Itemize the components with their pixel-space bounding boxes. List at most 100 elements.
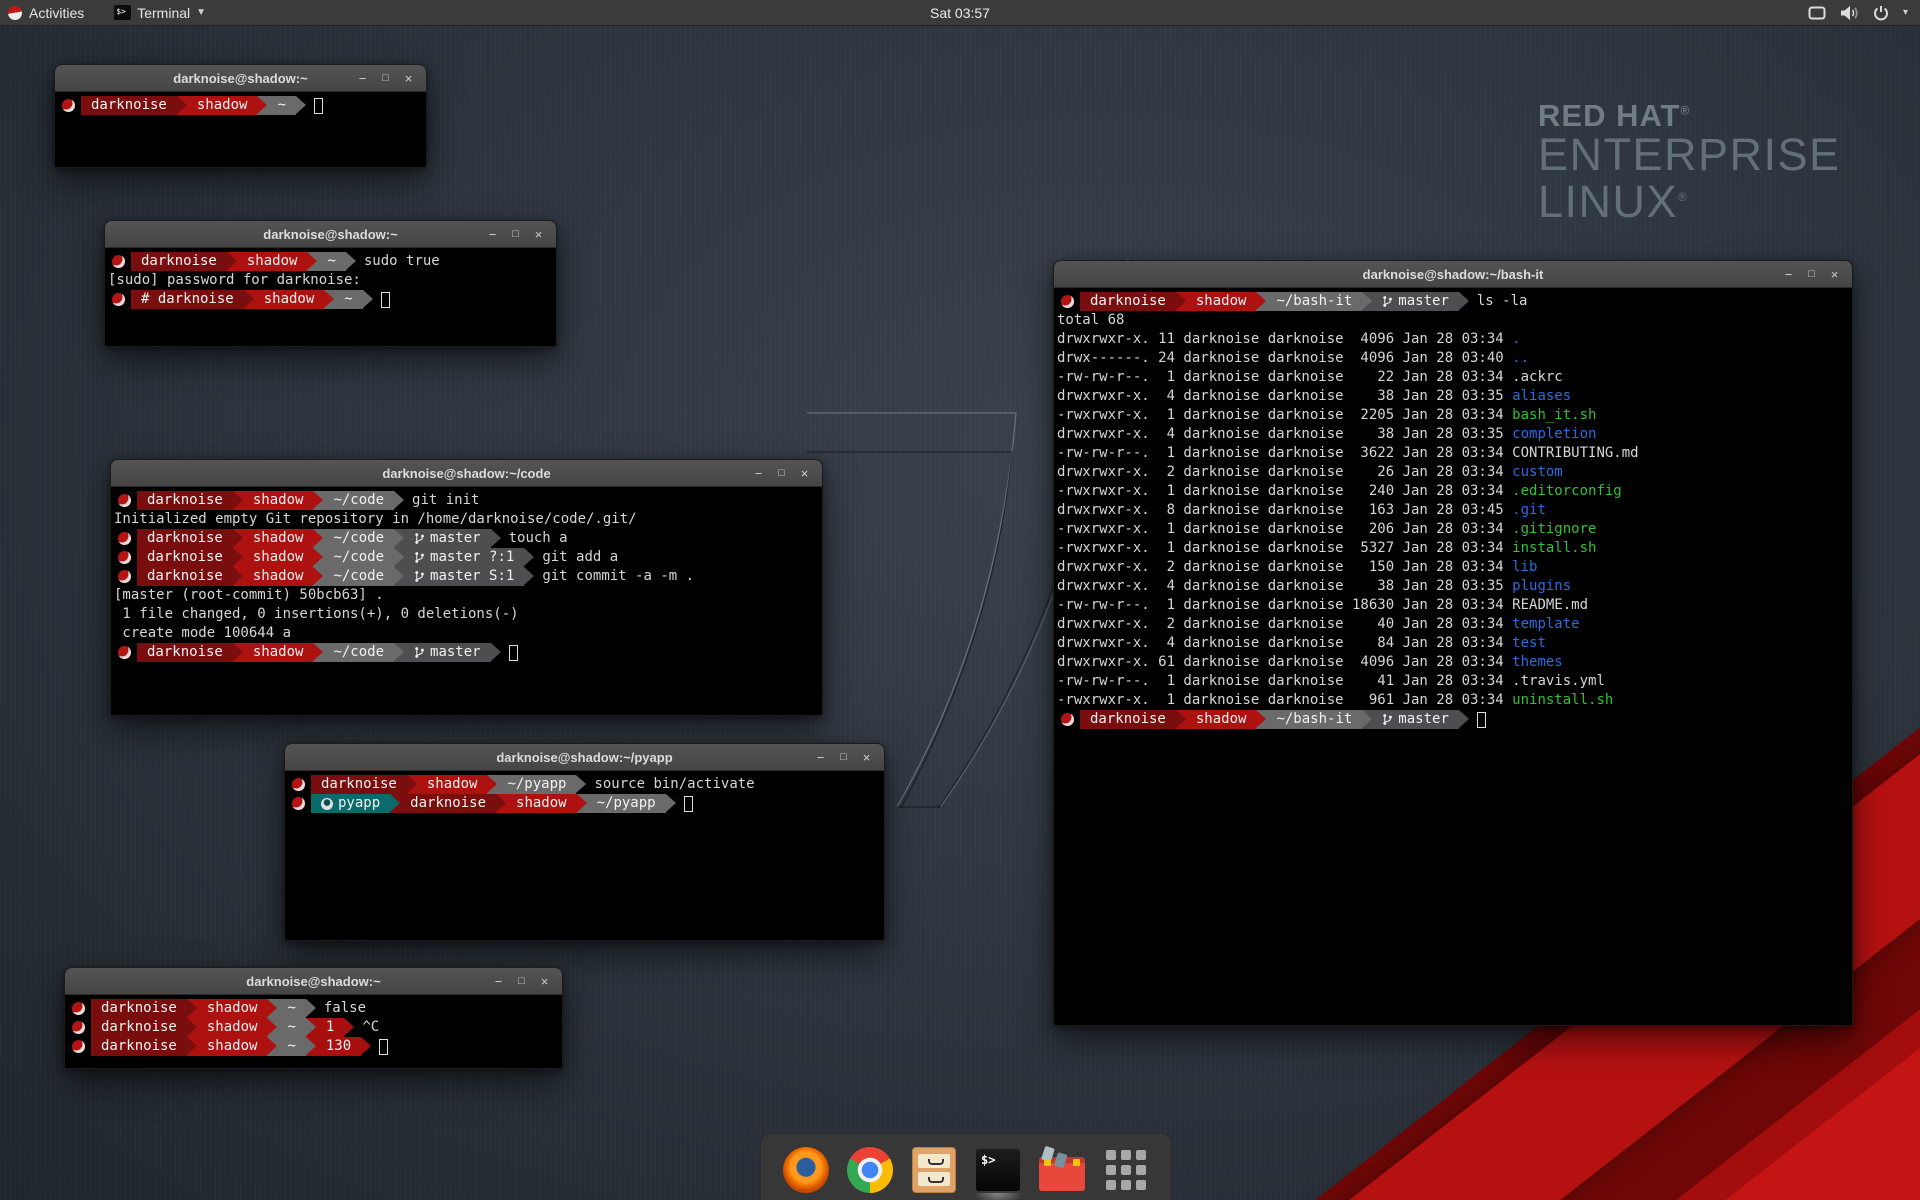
- prompt-segment-path: ~/code: [323, 529, 394, 548]
- power-icon[interactable]: [1873, 5, 1889, 21]
- terminal-line: create mode 100644 a: [114, 624, 820, 643]
- titlebar[interactable]: darknoise@shadow:~/code−□×: [111, 460, 822, 487]
- terminal-line: -rw-rw-r--. 1 darknoise darknoise 22 Jan…: [1057, 368, 1850, 387]
- toolbox-icon[interactable]: [1039, 1147, 1085, 1193]
- powerline-separator: [306, 999, 316, 1018]
- terminal-line: 1 file changed, 0 insertions(+), 0 delet…: [114, 605, 820, 624]
- terminal-content[interactable]: darknoiseshadow~: [55, 92, 426, 115]
- terminal-content[interactable]: darknoiseshadow~/codegit initInitialized…: [111, 487, 822, 662]
- maximize-button[interactable]: □: [512, 968, 531, 995]
- maximize-button[interactable]: □: [772, 460, 791, 487]
- terminal-cursor: [314, 98, 323, 114]
- ls-filename: .: [1512, 330, 1520, 349]
- close-button[interactable]: ×: [857, 744, 876, 771]
- prompt-segment-user: darknoise: [131, 252, 227, 271]
- window-controls: −□×: [483, 221, 548, 248]
- terminal-icon[interactable]: $>: [975, 1147, 1021, 1193]
- redhat-prompt-icon: [72, 1002, 85, 1015]
- minimize-button[interactable]: −: [483, 221, 502, 248]
- prompt-segment-path: ~: [317, 252, 345, 271]
- prompt-segment-path: ~: [267, 96, 295, 115]
- maximize-button[interactable]: □: [376, 65, 395, 92]
- terminal-content[interactable]: darknoiseshadow~/pyappsource bin/activat…: [285, 771, 884, 813]
- titlebar[interactable]: darknoise@shadow:~/bash-it−□×: [1054, 261, 1852, 288]
- app-grid-icon[interactable]: [1103, 1147, 1149, 1193]
- terminal-line: darknoiseshadow~: [58, 96, 424, 115]
- titlebar[interactable]: darknoise@shadow:~−□×: [105, 221, 556, 248]
- prompt-segment-host: shadow: [237, 252, 308, 271]
- command-text: ls -la: [1477, 292, 1528, 311]
- ls-meta: -rwxrwxr-x. 1 darknoise darknoise 5327 J…: [1057, 539, 1512, 558]
- display-icon[interactable]: [1808, 6, 1826, 20]
- terminal-line: darknoiseshadow~/bash-itmaster: [1057, 710, 1850, 729]
- terminal-content[interactable]: darknoiseshadow~sudo true[sudo] password…: [105, 248, 556, 309]
- minimize-button[interactable]: −: [1779, 261, 1798, 288]
- titlebar[interactable]: darknoise@shadow:~/pyapp−□×: [285, 744, 884, 771]
- minimize-button[interactable]: −: [749, 460, 768, 487]
- brand-enterprise: ENTERPRISE: [1538, 132, 1841, 179]
- redhat-prompt-icon: [118, 570, 131, 583]
- prompt-segment-exit: 130: [316, 1037, 361, 1056]
- terminal-content[interactable]: darknoiseshadow~falsedarknoiseshadow~1^C…: [65, 995, 562, 1056]
- command-text: git add a: [542, 548, 618, 567]
- ls-meta: drwxrwxr-x. 61 darknoise darknoise 4096 …: [1057, 653, 1512, 672]
- system-menu-caret-icon[interactable]: ▾: [1903, 7, 1908, 18]
- maximize-button[interactable]: □: [506, 221, 525, 248]
- terminal-line: drwxrwxr-x. 4 darknoise darknoise 38 Jan…: [1057, 425, 1850, 444]
- ls-filename: uninstall.sh: [1512, 691, 1613, 710]
- output-text: [master (root-commit) 50bcb63] .: [114, 586, 384, 605]
- close-button[interactable]: ×: [1825, 261, 1844, 288]
- close-button[interactable]: ×: [535, 968, 554, 995]
- prompt-segment-path: ~/pyapp: [497, 775, 576, 794]
- output-text: create mode 100644 a: [114, 624, 291, 643]
- prompt-segment-path: ~: [277, 1037, 305, 1056]
- prompt-segment-path: ~/code: [323, 548, 394, 567]
- clock[interactable]: Sat 03:57: [0, 5, 1920, 21]
- powerline-separator: [524, 548, 534, 567]
- powerline-separator: [344, 1018, 354, 1037]
- firefox-icon[interactable]: [783, 1147, 829, 1193]
- terminal-line: darknoiseshadow~/pyappsource bin/activat…: [288, 775, 882, 794]
- ls-filename: custom: [1512, 463, 1563, 482]
- window-title: darknoise@shadow:~: [65, 968, 562, 995]
- terminal-cursor: [684, 796, 693, 812]
- terminal-line: darknoiseshadow~/codegit init: [114, 491, 820, 510]
- close-button[interactable]: ×: [529, 221, 548, 248]
- prompt-segment-user: darknoise: [137, 491, 233, 510]
- terminal-content[interactable]: darknoiseshadow~/bash-itmasterls -latota…: [1054, 288, 1852, 729]
- powerline-separator: [306, 1018, 316, 1037]
- powerline-separator: [307, 252, 317, 271]
- close-button[interactable]: ×: [795, 460, 814, 487]
- prompt-segment-user: darknoise: [1080, 710, 1176, 729]
- output-text: [sudo] password for darknoise:: [108, 271, 361, 290]
- prompt-segment-user: darknoise: [137, 567, 233, 586]
- minimize-button[interactable]: −: [811, 744, 830, 771]
- terminal-line: darknoiseshadow~1^C: [68, 1018, 560, 1037]
- ls-filename: .gitignore: [1512, 520, 1596, 539]
- prompt-segment-path: ~: [334, 290, 362, 309]
- titlebar[interactable]: darknoise@shadow:~−□×: [65, 968, 562, 995]
- minimize-button[interactable]: −: [353, 65, 372, 92]
- ls-filename: bash_it.sh: [1512, 406, 1596, 425]
- titlebar[interactable]: darknoise@shadow:~−□×: [55, 65, 426, 92]
- maximize-button[interactable]: □: [834, 744, 853, 771]
- prompt-segment-host: shadow: [254, 290, 325, 309]
- terminal-window-code: darknoise@shadow:~/code−□×darknoiseshado…: [110, 459, 823, 716]
- git-branch-icon: [1382, 713, 1393, 726]
- terminal-line: darknoiseshadow~/bash-itmasterls -la: [1057, 292, 1850, 311]
- prompt-segment-user: darknoise: [91, 999, 187, 1018]
- top-bar: Activities $> Terminal ▼ Sat 03:57 ▾: [0, 0, 1920, 26]
- prompt-segment-user: darknoise: [137, 548, 233, 567]
- powerline-separator: [313, 643, 323, 662]
- close-button[interactable]: ×: [399, 65, 418, 92]
- maximize-button[interactable]: □: [1802, 261, 1821, 288]
- minimize-button[interactable]: −: [489, 968, 508, 995]
- powerline-separator: [267, 1037, 277, 1056]
- powerline-separator: [1362, 292, 1372, 311]
- files-icon[interactable]: [911, 1147, 957, 1193]
- terminal-line: drwxrwxr-x. 8 darknoise darknoise 163 Ja…: [1057, 501, 1850, 520]
- chrome-icon[interactable]: [847, 1147, 893, 1193]
- volume-icon[interactable]: [1840, 5, 1859, 21]
- terminal-line: drwxrwxr-x. 2 darknoise darknoise 40 Jan…: [1057, 615, 1850, 634]
- redhat-prompt-icon: [118, 494, 131, 507]
